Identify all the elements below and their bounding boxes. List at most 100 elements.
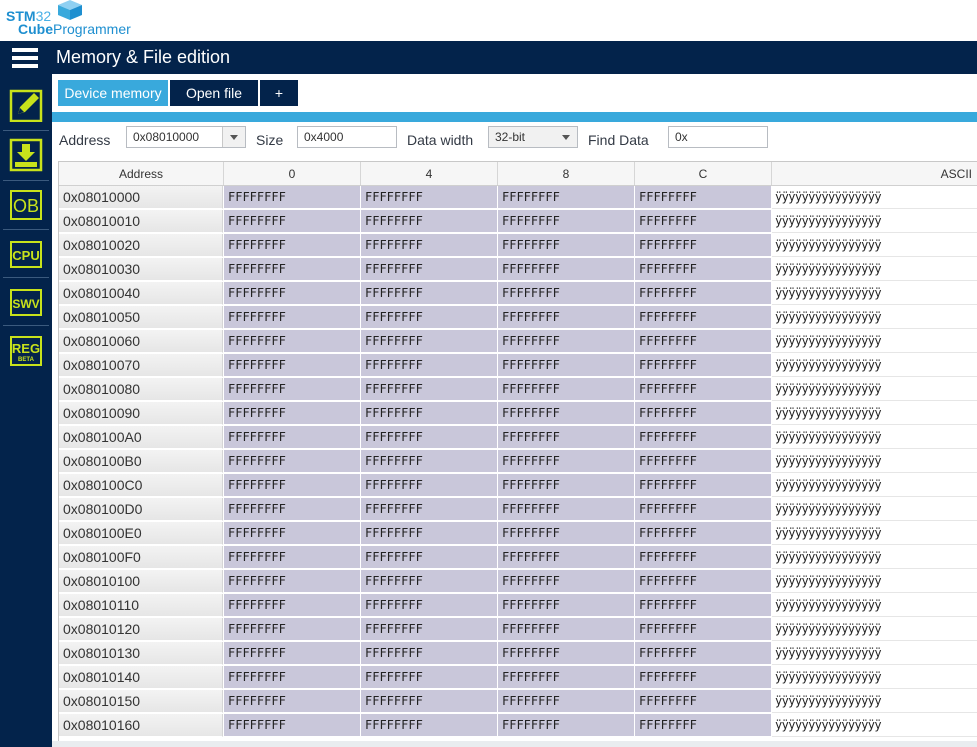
row-address-cell[interactable]: 0x080100E0 (59, 522, 223, 545)
ascii-cell[interactable]: ÿÿÿÿÿÿÿÿÿÿÿÿÿÿÿÿ (772, 594, 977, 617)
hex-value-cell[interactable]: FFFFFFFF (361, 714, 498, 737)
hex-value-cell[interactable]: FFFFFFFF (224, 546, 361, 569)
ascii-cell[interactable]: ÿÿÿÿÿÿÿÿÿÿÿÿÿÿÿÿ (772, 618, 977, 641)
row-address-cell[interactable]: 0x08010100 (59, 570, 223, 593)
hex-value-cell[interactable]: FFFFFFFF (635, 354, 772, 377)
hex-value-cell[interactable]: FFFFFFFF (361, 258, 498, 281)
hex-value-cell[interactable]: FFFFFFFF (498, 210, 635, 233)
table-row[interactable]: 0x080100E0 FFFFFFFF FFFFFFFF FFFFFFFF FFFFFF… (59, 522, 977, 546)
hex-value-cell[interactable]: FFFFFFFF (361, 426, 498, 449)
hex-value-cell[interactable]: FFFFFFFF (635, 594, 772, 617)
table-row[interactable]: 0x080100A0 FFFFFFFF FFFFFFFF FFFFFFFF FFFFFF… (59, 426, 977, 450)
hex-value-cell[interactable]: FFFFFFFF (498, 258, 635, 281)
row-address-cell[interactable]: 0x08010030 (59, 258, 223, 281)
hex-value-cell[interactable]: FFFFFFFF (635, 666, 772, 689)
column-header-0[interactable]: 0 (224, 162, 361, 185)
hex-value-cell[interactable]: FFFFFFFF (635, 378, 772, 401)
tab-open-file[interactable]: Open file (170, 80, 258, 106)
row-address-cell[interactable]: 0x08010040 (59, 282, 223, 305)
table-row[interactable]: 0x08010070 FFFFFFFF FFFFFFFF FFFFFFFF FFFFFF… (59, 354, 977, 378)
hex-value-cell[interactable]: FFFFFFFF (498, 186, 635, 209)
hex-value-cell[interactable]: FFFFFFFF (498, 402, 635, 425)
ascii-cell[interactable]: ÿÿÿÿÿÿÿÿÿÿÿÿÿÿÿÿ (772, 258, 977, 281)
ascii-cell[interactable]: ÿÿÿÿÿÿÿÿÿÿÿÿÿÿÿÿ (772, 690, 977, 713)
row-address-cell[interactable]: 0x08010140 (59, 666, 223, 689)
table-row[interactable]: 0x08010030 FFFFFFFF FFFFFFFF FFFFFFFF FFFFFF… (59, 258, 977, 282)
data-width-select[interactable]: 32-bit (488, 126, 578, 148)
hex-value-cell[interactable]: FFFFFFFF (361, 522, 498, 545)
ascii-cell[interactable]: ÿÿÿÿÿÿÿÿÿÿÿÿÿÿÿÿ (772, 498, 977, 521)
ascii-cell[interactable]: ÿÿÿÿÿÿÿÿÿÿÿÿÿÿÿÿ (772, 546, 977, 569)
ascii-cell[interactable]: ÿÿÿÿÿÿÿÿÿÿÿÿÿÿÿÿ (772, 426, 977, 449)
table-row[interactable]: 0x080100F0 FFFFFFFF FFFFFFFF FFFFFFFF FFFFFF… (59, 546, 977, 570)
size-input[interactable] (297, 126, 397, 148)
column-header-ascii[interactable]: ASCII (772, 162, 977, 185)
hex-value-cell[interactable]: FFFFFFFF (498, 522, 635, 545)
row-address-cell[interactable]: 0x08010150 (59, 690, 223, 713)
sidebar-item-download[interactable] (3, 132, 49, 178)
hex-value-cell[interactable]: FFFFFFFF (498, 234, 635, 257)
sidebar-item-memory-edit[interactable] (3, 82, 49, 128)
row-address-cell[interactable]: 0x08010050 (59, 306, 223, 329)
table-row[interactable]: 0x080100D0 FFFFFFFF FFFFFFFF FFFFFFFF FFFFFF… (59, 498, 977, 522)
row-address-cell[interactable]: 0x080100A0 (59, 426, 223, 449)
ascii-cell[interactable]: ÿÿÿÿÿÿÿÿÿÿÿÿÿÿÿÿ (772, 354, 977, 377)
ascii-cell[interactable]: ÿÿÿÿÿÿÿÿÿÿÿÿÿÿÿÿ (772, 282, 977, 305)
hex-value-cell[interactable]: FFFFFFFF (635, 642, 772, 665)
hex-value-cell[interactable]: FFFFFFFF (224, 450, 361, 473)
find-data-input[interactable] (668, 126, 768, 148)
ascii-cell[interactable]: ÿÿÿÿÿÿÿÿÿÿÿÿÿÿÿÿ (772, 474, 977, 497)
hex-value-cell[interactable]: FFFFFFFF (224, 498, 361, 521)
hex-value-cell[interactable]: FFFFFFFF (498, 642, 635, 665)
ascii-cell[interactable]: ÿÿÿÿÿÿÿÿÿÿÿÿÿÿÿÿ (772, 234, 977, 257)
hex-value-cell[interactable]: FFFFFFFF (361, 378, 498, 401)
hex-value-cell[interactable]: FFFFFFFF (635, 306, 772, 329)
hex-value-cell[interactable]: FFFFFFFF (224, 618, 361, 641)
hex-value-cell[interactable]: FFFFFFFF (635, 186, 772, 209)
ascii-cell[interactable]: ÿÿÿÿÿÿÿÿÿÿÿÿÿÿÿÿ (772, 666, 977, 689)
hex-value-cell[interactable]: FFFFFFFF (224, 186, 361, 209)
hex-value-cell[interactable]: FFFFFFFF (224, 306, 361, 329)
ascii-cell[interactable]: ÿÿÿÿÿÿÿÿÿÿÿÿÿÿÿÿ (772, 714, 977, 737)
hex-value-cell[interactable]: FFFFFFFF (224, 570, 361, 593)
hex-value-cell[interactable]: FFFFFFFF (224, 330, 361, 353)
hex-value-cell[interactable]: FFFFFFFF (224, 426, 361, 449)
table-row[interactable]: 0x08010010 FFFFFFFF FFFFFFFF FFFFFFFF FFFFFF… (59, 210, 977, 234)
hex-value-cell[interactable]: FFFFFFFF (361, 666, 498, 689)
chevron-down-icon[interactable] (555, 127, 577, 147)
ascii-cell[interactable]: ÿÿÿÿÿÿÿÿÿÿÿÿÿÿÿÿ (772, 378, 977, 401)
row-address-cell[interactable]: 0x08010000 (59, 186, 223, 209)
table-row[interactable]: 0x08010000 FFFFFFFF FFFFFFFF FFFFFFFF FFFFFF… (59, 186, 977, 210)
hex-value-cell[interactable]: FFFFFFFF (224, 594, 361, 617)
hex-value-cell[interactable]: FFFFFFFF (635, 282, 772, 305)
row-address-cell[interactable]: 0x080100F0 (59, 546, 223, 569)
hex-value-cell[interactable]: FFFFFFFF (498, 354, 635, 377)
table-row[interactable]: 0x08010020 FFFFFFFF FFFFFFFF FFFFFFFF FFFFFF… (59, 234, 977, 258)
hex-value-cell[interactable]: FFFFFFFF (361, 186, 498, 209)
row-address-cell[interactable]: 0x08010160 (59, 714, 223, 737)
table-row[interactable]: 0x08010090 FFFFFFFF FFFFFFFF FFFFFFFF FFFFFF… (59, 402, 977, 426)
hex-value-cell[interactable]: FFFFFFFF (635, 330, 772, 353)
table-row[interactable]: 0x08010100 FFFFFFFF FFFFFFFF FFFFFFFF FFFFFF… (59, 570, 977, 594)
hex-value-cell[interactable]: FFFFFFFF (635, 570, 772, 593)
table-row[interactable]: 0x08010120 FFFFFFFF FFFFFFFF FFFFFFFF FFFFFF… (59, 618, 977, 642)
row-address-cell[interactable]: 0x08010080 (59, 378, 223, 401)
table-row[interactable]: 0x08010060 FFFFFFFF FFFFFFFF FFFFFFFF FFFFFF… (59, 330, 977, 354)
hex-value-cell[interactable]: FFFFFFFF (224, 690, 361, 713)
table-row[interactable]: 0x08010160 FFFFFFFF FFFFFFFF FFFFFFFF FFFFFF… (59, 714, 977, 738)
column-header-8[interactable]: 8 (498, 162, 635, 185)
hex-value-cell[interactable]: FFFFFFFF (635, 546, 772, 569)
ascii-cell[interactable]: ÿÿÿÿÿÿÿÿÿÿÿÿÿÿÿÿ (772, 306, 977, 329)
hex-value-cell[interactable]: FFFFFFFF (224, 258, 361, 281)
hex-value-cell[interactable]: FFFFFFFF (361, 330, 498, 353)
chevron-down-icon[interactable] (222, 127, 245, 147)
hex-value-cell[interactable]: FFFFFFFF (635, 210, 772, 233)
row-address-cell[interactable]: 0x08010130 (59, 642, 223, 665)
hex-value-cell[interactable]: FFFFFFFF (361, 234, 498, 257)
hex-value-cell[interactable]: FFFFFFFF (224, 474, 361, 497)
sidebar-item-registers[interactable]: REG BETA (3, 328, 49, 374)
table-row[interactable]: 0x08010050 FFFFFFFF FFFFFFFF FFFFFFFF FFFFFF… (59, 306, 977, 330)
hex-value-cell[interactable]: FFFFFFFF (361, 354, 498, 377)
hex-value-cell[interactable]: FFFFFFFF (361, 618, 498, 641)
hex-value-cell[interactable]: FFFFFFFF (498, 690, 635, 713)
